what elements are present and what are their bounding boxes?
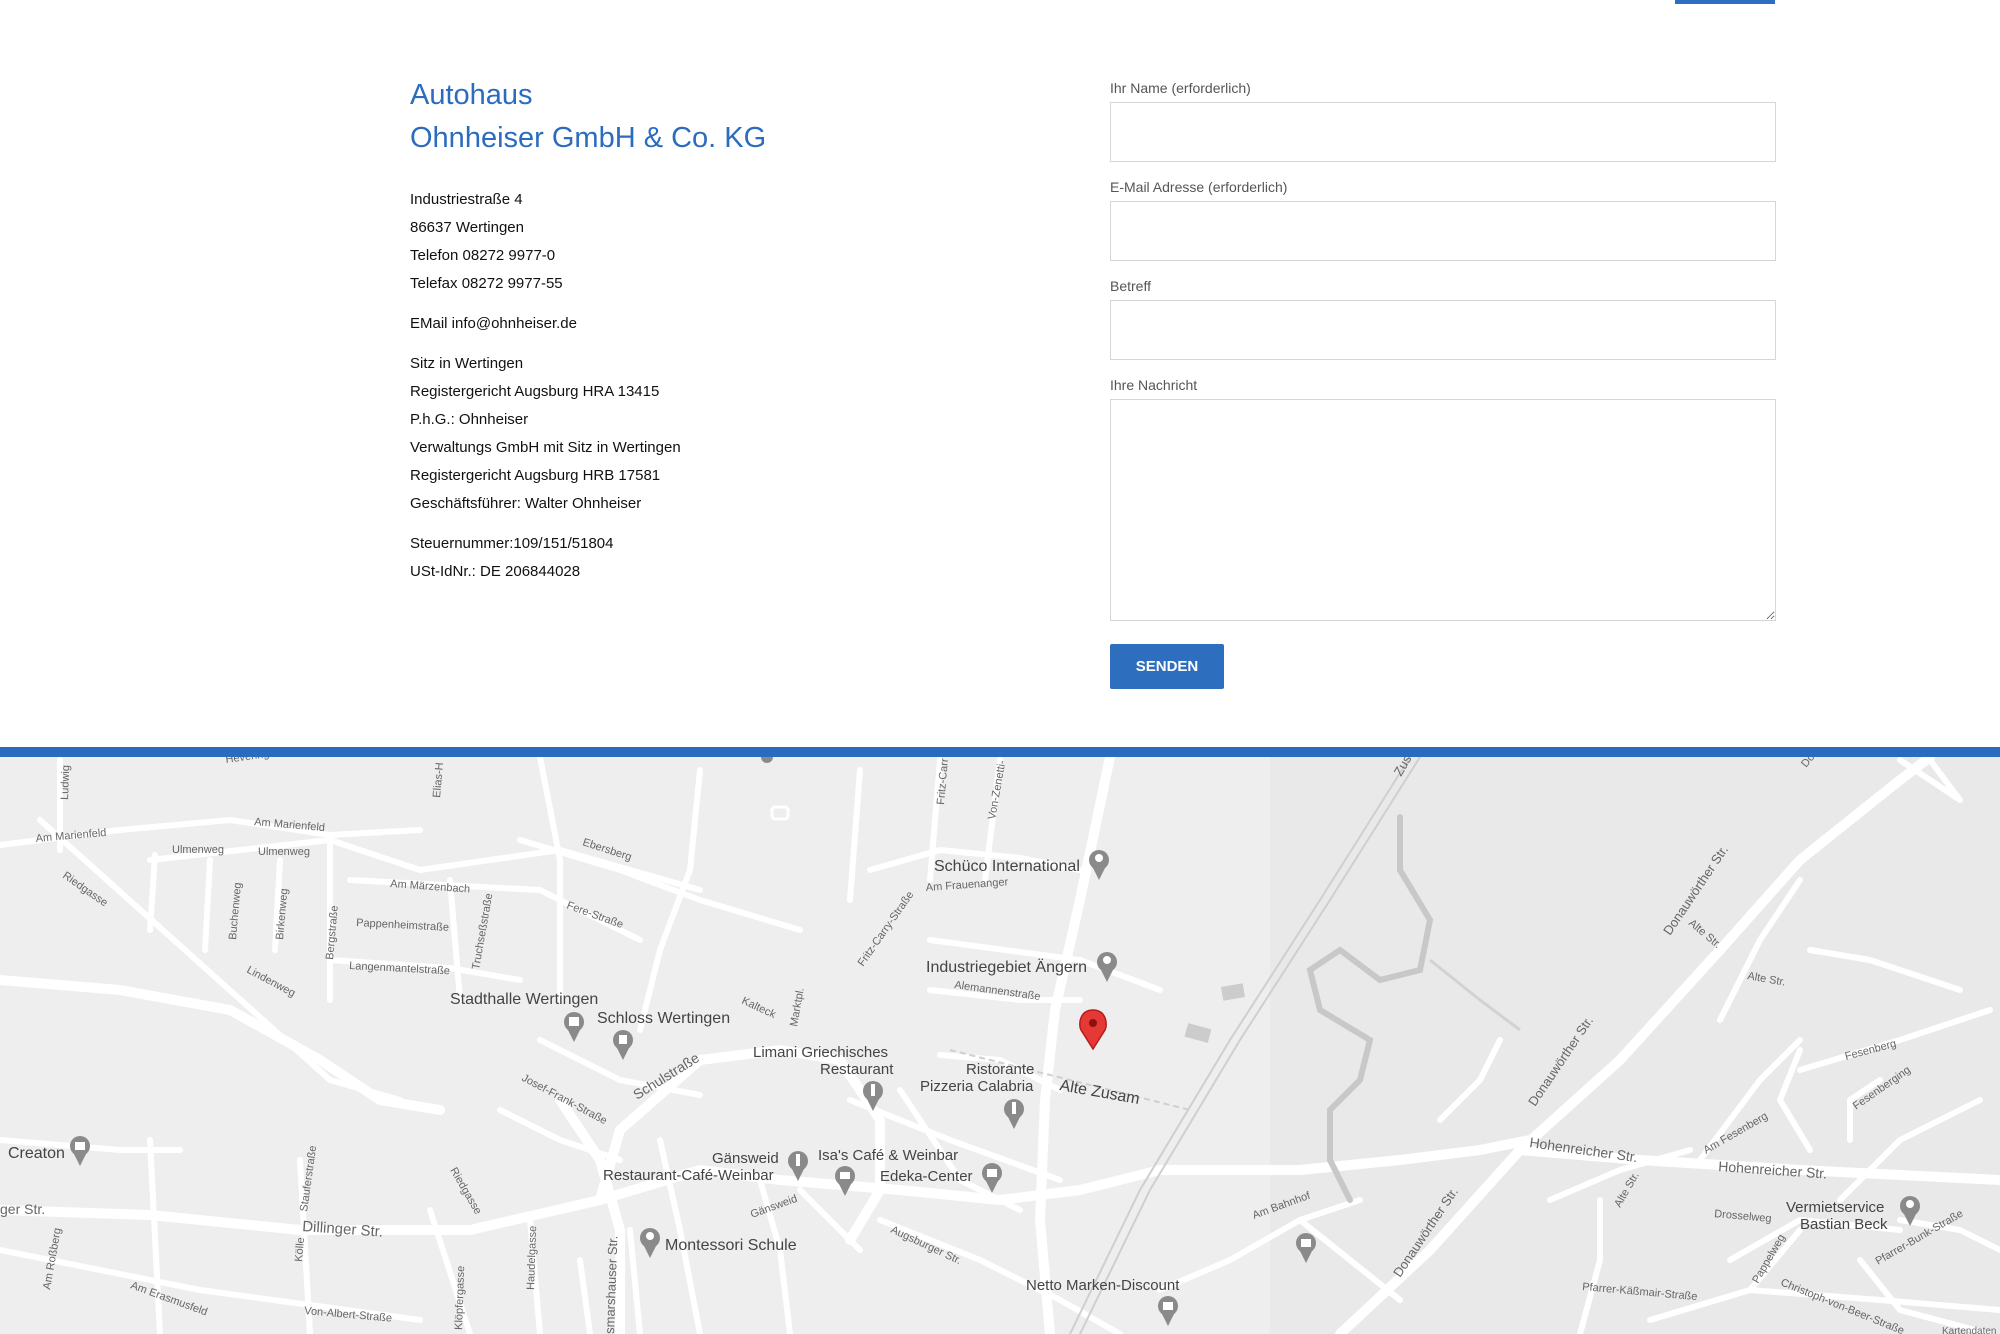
location-map[interactable]: Schüco International Industriegebiet Äng… (0, 757, 2000, 1334)
company-info: Autohaus Ohnheiser GmbH & Co. KG Industr… (410, 74, 970, 586)
poi-label-vermiet-2: Bastian Beck (1800, 1216, 1888, 1233)
managing-director: Geschäftsführer: Walter Ohnheiser (410, 495, 642, 512)
street-label: Ludwig (59, 765, 72, 800)
poi-label-gaensweid: Gänsweid (712, 1150, 779, 1167)
street-label: Kölle (293, 1237, 307, 1262)
email-input[interactable] (1110, 201, 1776, 261)
subject-input[interactable] (1110, 300, 1776, 360)
poi-label-gaensweid-2: Restaurant-Café-Weinbar (603, 1167, 774, 1184)
poi-label-schueco: Schüco International (934, 858, 1080, 875)
message-textarea[interactable] (1110, 399, 1776, 621)
poi-label-limani-2: Restaurant (820, 1061, 894, 1078)
poi-label-schloss: Schloss Wertingen (597, 1010, 730, 1027)
address-street: Industriestraße 4 (410, 191, 523, 208)
map-canvas[interactable]: Schüco International Industriegebiet Äng… (0, 757, 2000, 1334)
section-divider (0, 747, 2000, 757)
poi-label-calabria-2: Pizzeria Calabria (920, 1078, 1034, 1095)
poi-label-edeka: Edeka-Center (880, 1168, 973, 1185)
message-label: Ihre Nachricht (1110, 377, 1198, 393)
poi-label-creaton: Creaton (8, 1145, 65, 1162)
street-label: Ulmenweg (258, 846, 310, 858)
vat-id: USt-IdNr.: DE 206844028 (410, 563, 581, 580)
management-company: Verwaltungs GmbH mit Sitz in Wertingen (410, 439, 681, 456)
email-label: E-Mail Adresse (erforderlich) (1110, 179, 1288, 195)
poi-label-limani: Limani Griechisches (753, 1044, 888, 1061)
poi-label-vermiet: Vermietservice (1786, 1199, 1884, 1216)
fax-number: Telefax 08272 9977-55 (410, 275, 563, 292)
contact-form: Ihr Name (erforderlich) E-Mail Adresse (… (1110, 78, 1776, 689)
send-button[interactable]: SENDEN (1110, 644, 1224, 689)
street-label: Klöpfergasse (453, 1266, 467, 1331)
poi-label-industriegebiet: Industriegebiet Ängern (926, 958, 1087, 976)
phone-number: Telefon 08272 9977-0 (410, 247, 556, 264)
general-partner: P.h.G.: Ohnheiser (410, 411, 529, 428)
address-city: 86637 Wertingen (410, 219, 524, 236)
register-court-hrb: Registergericht Augsburg HRB 17581 (410, 467, 661, 484)
subject-label: Betreff (1110, 278, 1151, 294)
tax-number: Steuernummer:109/151/51804 (410, 535, 614, 552)
street-label: Haudelgasse (525, 1226, 539, 1291)
poi-label-montessori: Montessori Schule (665, 1237, 797, 1254)
poi-label-isas: Isa's Café & Weinbar (818, 1147, 958, 1164)
header-active-indicator (1675, 0, 1775, 4)
email-address: EMail info@ohnheiser.de (410, 315, 577, 332)
poi-label-calabria: Ristorante (966, 1061, 1034, 1078)
street-label: ger Str. (0, 1201, 45, 1217)
name-input[interactable] (1110, 102, 1776, 162)
street-label: Ulmenweg (172, 844, 224, 856)
map-attribution: Kartendaten (1942, 1326, 1997, 1334)
company-name: Autohaus Ohnheiser GmbH & Co. KG (410, 79, 767, 154)
poi-label-netto: Netto Marken-Discount (1026, 1277, 1180, 1294)
company-address-block: Industriestraße 4 86637 Wertingen Telefo… (410, 186, 970, 586)
poi-label-stadthalle: Stadthalle Wertingen (450, 991, 598, 1008)
name-label: Ihr Name (erforderlich) (1110, 80, 1251, 96)
register-court-hra: Registergericht Augsburg HRA 13415 (410, 383, 660, 400)
registered-seat: Sitz in Wertingen (410, 355, 524, 372)
